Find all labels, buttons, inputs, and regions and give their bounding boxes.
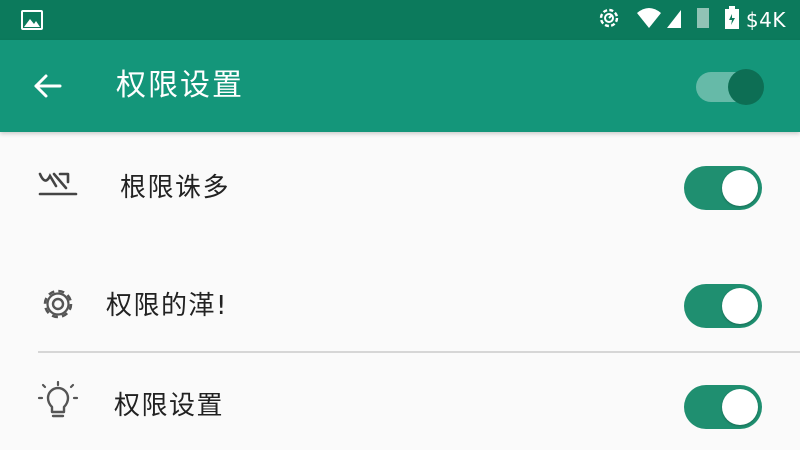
status-bar: $4K — [0, 0, 800, 40]
image-icon — [20, 8, 44, 32]
settings-item-label: 权限设置 — [114, 391, 225, 421]
signal-icon — [666, 7, 682, 33]
battery-icon — [724, 6, 740, 34]
settings-item-toggle[interactable] — [684, 385, 762, 429]
settings-screen: $4K 权限设置 根限诛多 权限的㴖! 权限设置 — [0, 0, 800, 450]
sim-icon — [696, 7, 710, 33]
settings-item-toggle[interactable] — [684, 166, 762, 210]
toggle-thumb — [722, 170, 758, 206]
lightbulb-icon — [36, 380, 80, 425]
toggle-thumb — [722, 288, 758, 324]
back-button[interactable] — [24, 62, 72, 110]
settings-list: 根限诛多 权限的㴖! 权限设置 — [0, 132, 800, 450]
sync-gear-icon — [596, 5, 622, 35]
settings-item[interactable]: 权限设置 — [0, 353, 800, 450]
settings-item-toggle[interactable] — [684, 284, 762, 328]
status-text: $4K — [745, 8, 786, 32]
settings-item-label: 根限诛多 — [120, 173, 231, 203]
status-icons: $4K — [582, 6, 786, 34]
arrow-left-icon — [34, 74, 62, 98]
toggle-thumb — [722, 389, 758, 425]
master-toggle[interactable] — [696, 68, 764, 105]
wifi-icon — [636, 7, 662, 33]
app-bar: 权限设置 — [0, 40, 800, 132]
settings-item[interactable]: 权限的㴖! — [0, 238, 800, 344]
settings-item[interactable]: 根限诛多 — [0, 132, 800, 238]
page-title: 权限设置 — [116, 68, 244, 103]
route-icon — [36, 166, 80, 210]
master-toggle-thumb — [728, 69, 764, 105]
gear-icon — [36, 282, 80, 326]
settings-item-label: 权限的㴖! — [106, 291, 228, 321]
